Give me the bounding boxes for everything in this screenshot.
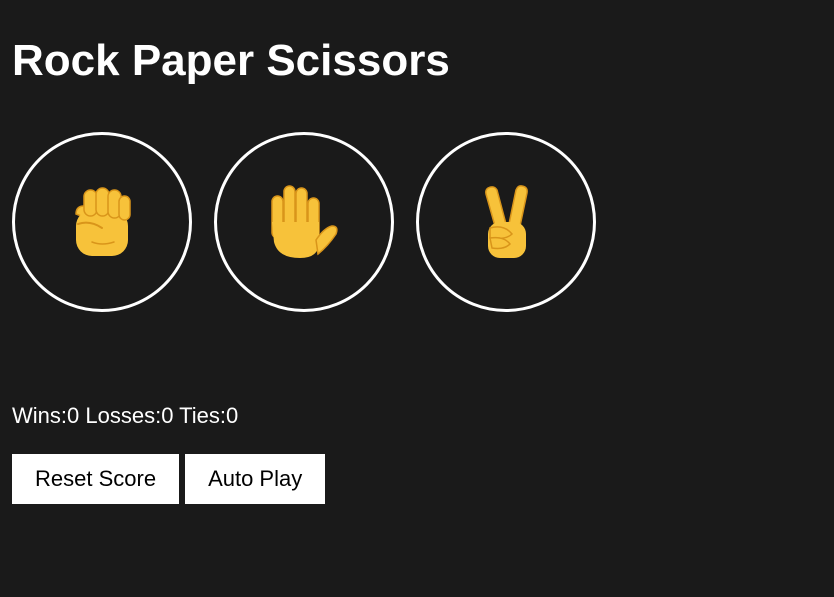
wins-label: Wins: <box>12 403 67 428</box>
page-title: Rock Paper Scissors <box>12 36 450 85</box>
scissors-button[interactable] <box>416 132 596 312</box>
victory-hand-icon <box>478 184 534 260</box>
rock-button[interactable] <box>12 132 192 312</box>
wins-count: 0 <box>67 403 80 428</box>
losses-count: 0 <box>161 403 174 428</box>
raised-fist-icon <box>70 184 134 260</box>
move-buttons <box>12 132 596 312</box>
control-buttons: Reset Score Auto Play <box>12 454 326 504</box>
reset-score-button[interactable]: Reset Score <box>12 454 180 504</box>
raised-hand-icon <box>268 184 340 260</box>
auto-play-button[interactable]: Auto Play <box>185 454 326 504</box>
ties-count: 0 <box>226 403 239 428</box>
paper-button[interactable] <box>214 132 394 312</box>
losses-label: Losses: <box>85 403 162 428</box>
ties-label: Ties: <box>179 403 227 428</box>
score-display: Wins:0 Losses:0 Ties:0 <box>12 403 238 429</box>
